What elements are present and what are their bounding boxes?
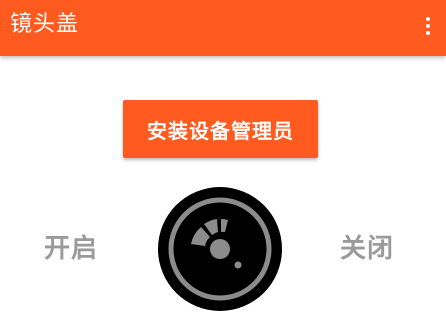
camera-lens-icon[interactable] [158, 187, 282, 311]
lens-glint [234, 261, 242, 269]
enable-label[interactable]: 开启 [44, 232, 98, 266]
overflow-dot [426, 17, 430, 21]
lens-center [210, 239, 230, 259]
app-bar: 镜头盖 [0, 0, 446, 56]
overflow-dot [426, 31, 430, 35]
install-device-admin-button[interactable]: 安装设备管理员 [123, 100, 318, 158]
app-screen: 镜头盖 安装设备管理员 开启 关闭 [0, 0, 446, 320]
app-title: 镜头盖 [10, 12, 80, 37]
overflow-dot [426, 24, 430, 28]
disable-label[interactable]: 关闭 [340, 232, 394, 266]
overflow-menu-icon[interactable] [418, 12, 438, 40]
camera-lens-graphic [158, 187, 282, 311]
